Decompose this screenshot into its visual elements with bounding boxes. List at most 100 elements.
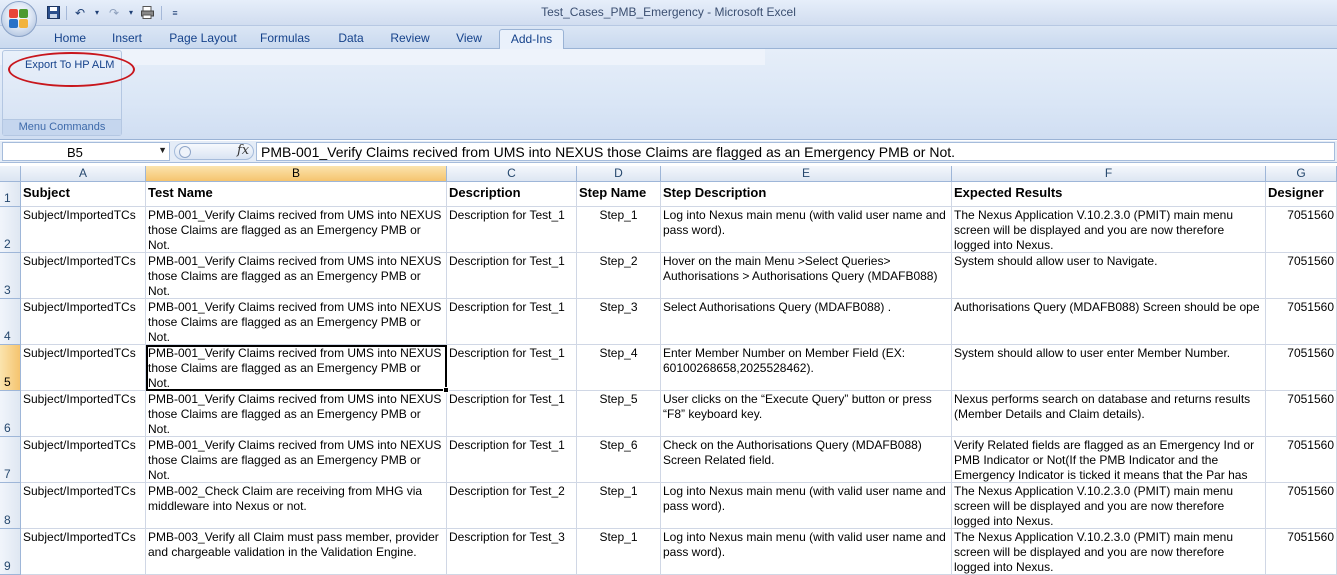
cell-e4[interactable]: Select Authorisations Query (MDAFB088) .: [661, 299, 952, 345]
header-cell-expected-results[interactable]: Expected Results: [952, 182, 1266, 207]
cell-g2[interactable]: 7051560: [1266, 207, 1337, 253]
cell-d8[interactable]: Step_1: [577, 483, 661, 529]
tab-formulas[interactable]: Formulas: [254, 29, 316, 49]
header-cell-subject[interactable]: Subject: [21, 182, 146, 207]
cell-a4[interactable]: Subject/ImportedTCs: [21, 299, 146, 345]
tab-view[interactable]: View: [448, 29, 490, 49]
cell-e5[interactable]: Enter Member Number on Member Field (EX:…: [661, 345, 952, 391]
cell-a9[interactable]: Subject/ImportedTCs: [21, 529, 146, 575]
cell-a5[interactable]: Subject/ImportedTCs: [21, 345, 146, 391]
cell-c2[interactable]: Description for Test_1: [447, 207, 577, 253]
cell-c5[interactable]: Description for Test_1: [447, 345, 577, 391]
insert-function-icon[interactable]: fx: [237, 143, 249, 158]
tab-insert[interactable]: Insert: [104, 29, 150, 49]
cell-c9[interactable]: Description for Test_3: [447, 529, 577, 575]
row-header-8[interactable]: 8: [0, 483, 21, 529]
cell-b3[interactable]: PMB-001_Verify Claims recived from UMS i…: [146, 253, 447, 299]
tab-home[interactable]: Home: [48, 29, 92, 49]
cell-a2[interactable]: Subject/ImportedTCs: [21, 207, 146, 253]
cell-g8[interactable]: 7051560: [1266, 483, 1337, 529]
cell-b5[interactable]: PMB-001_Verify Claims recived from UMS i…: [146, 345, 447, 391]
window-title: Test_Cases_PMB_Emergency - Microsoft Exc…: [541, 5, 796, 19]
cell-d7[interactable]: Step_6: [577, 437, 661, 483]
cell-c8[interactable]: Description for Test_2: [447, 483, 577, 529]
cell-g7[interactable]: 7051560: [1266, 437, 1337, 483]
cell-f5[interactable]: System should allow to user enter Member…: [952, 345, 1266, 391]
cell-a3[interactable]: Subject/ImportedTCs: [21, 253, 146, 299]
name-box[interactable]: B5 ▼: [2, 142, 170, 161]
fill-handle[interactable]: [443, 387, 449, 393]
cell-f4[interactable]: Authorisations Query (MDAFB088) Screen s…: [952, 299, 1266, 345]
select-all-corner[interactable]: [0, 166, 21, 182]
cell-b7[interactable]: PMB-001_Verify Claims recived from UMS i…: [146, 437, 447, 483]
export-to-hp-alm-button[interactable]: Export To HP ALM: [25, 59, 114, 75]
cell-a6[interactable]: Subject/ImportedTCs: [21, 391, 146, 437]
cell-e2[interactable]: Log into Nexus main menu (with valid use…: [661, 207, 952, 253]
chevron-down-icon[interactable]: ▼: [158, 145, 167, 155]
cell-b2[interactable]: PMB-001_Verify Claims recived from UMS i…: [146, 207, 447, 253]
cell-b8[interactable]: PMB-002_Check Claim are receiving from M…: [146, 483, 447, 529]
cell-c7[interactable]: Description for Test_1: [447, 437, 577, 483]
column-header-d[interactable]: D: [577, 166, 661, 182]
cell-d2[interactable]: Step_1: [577, 207, 661, 253]
header-cell-test-name[interactable]: Test Name: [146, 182, 447, 207]
expand-icon[interactable]: [179, 146, 191, 158]
tab-add-ins[interactable]: Add-Ins: [499, 29, 564, 50]
column-header-c[interactable]: C: [447, 166, 577, 182]
cell-e3[interactable]: Hover on the main Menu >Select Queries> …: [661, 253, 952, 299]
cell-g6[interactable]: 7051560: [1266, 391, 1337, 437]
cell-f8[interactable]: The Nexus Application V.10.2.3.0 (PMIT) …: [952, 483, 1266, 529]
row-header-5[interactable]: 5: [0, 345, 21, 391]
header-cell-designer[interactable]: Designer: [1266, 182, 1337, 207]
column-header-f[interactable]: F: [952, 166, 1266, 182]
cell-e7[interactable]: Check on the Authorisations Query (MDAFB…: [661, 437, 952, 483]
cell-d5[interactable]: Step_4: [577, 345, 661, 391]
row-header-6[interactable]: 6: [0, 391, 21, 437]
row-header-7[interactable]: 7: [0, 437, 21, 483]
cell-b4[interactable]: PMB-001_Verify Claims recived from UMS i…: [146, 299, 447, 345]
cell-a8[interactable]: Subject/ImportedTCs: [21, 483, 146, 529]
column-header-b[interactable]: B: [146, 166, 447, 182]
cell-e8[interactable]: Log into Nexus main menu (with valid use…: [661, 483, 952, 529]
row-number: 3: [4, 283, 11, 297]
cell-f3[interactable]: System should allow user to Navigate.: [952, 253, 1266, 299]
column-header-g[interactable]: G: [1266, 166, 1337, 182]
cell-c3[interactable]: Description for Test_1: [447, 253, 577, 299]
cell-g9[interactable]: 7051560: [1266, 529, 1337, 575]
row-header-2[interactable]: 2: [0, 207, 21, 253]
cell-b6[interactable]: PMB-001_Verify Claims recived from UMS i…: [146, 391, 447, 437]
cell-f6[interactable]: Nexus performs search on database and re…: [952, 391, 1266, 437]
row-number: 7: [4, 467, 11, 481]
tab-data[interactable]: Data: [330, 29, 372, 49]
formula-input[interactable]: PMB-001_Verify Claims recived from UMS i…: [256, 142, 1335, 161]
header-cell-step-name[interactable]: Step Name: [577, 182, 661, 207]
cell-f2[interactable]: The Nexus Application V.10.2.3.0 (PMIT) …: [952, 207, 1266, 253]
cell-d6[interactable]: Step_5: [577, 391, 661, 437]
cell-a7[interactable]: Subject/ImportedTCs: [21, 437, 146, 483]
row-header-1[interactable]: 1: [0, 182, 21, 207]
header-cell-step-description[interactable]: Step Description: [661, 182, 952, 207]
header-cell-description[interactable]: Description: [447, 182, 577, 207]
cell-g4[interactable]: 7051560: [1266, 299, 1337, 345]
spreadsheet-grid[interactable]: A B C D E F G 1 2 3 4 5 6 7 8 9 Subject Test Name Descript…: [0, 166, 1337, 575]
cell-d4[interactable]: Step_3: [577, 299, 661, 345]
cell-b9[interactable]: PMB-003_Verify all Claim must pass membe…: [146, 529, 447, 575]
cell-f7[interactable]: Verify Related fields are flagged as an …: [952, 437, 1266, 483]
cell-d3[interactable]: Step_2: [577, 253, 661, 299]
tab-page-layout[interactable]: Page Layout: [164, 29, 242, 49]
cell-c4[interactable]: Description for Test_1: [447, 299, 577, 345]
cell-e9[interactable]: Log into Nexus main menu (with valid use…: [661, 529, 952, 575]
cell-d9[interactable]: Step_1: [577, 529, 661, 575]
cell-c6[interactable]: Description for Test_1: [447, 391, 577, 437]
column-header-a[interactable]: A: [21, 166, 146, 182]
cell-e6[interactable]: User clicks on the “Execute Query” butto…: [661, 391, 952, 437]
column-header-e[interactable]: E: [661, 166, 952, 182]
cell-g3[interactable]: 7051560: [1266, 253, 1337, 299]
row-header-4[interactable]: 4: [0, 299, 21, 345]
office-button[interactable]: [1, 1, 37, 37]
cell-g5[interactable]: 7051560: [1266, 345, 1337, 391]
row-header-9[interactable]: 9: [0, 529, 21, 575]
row-header-3[interactable]: 3: [0, 253, 21, 299]
cell-f9[interactable]: The Nexus Application V.10.2.3.0 (PMIT) …: [952, 529, 1266, 575]
tab-review[interactable]: Review: [384, 29, 436, 49]
